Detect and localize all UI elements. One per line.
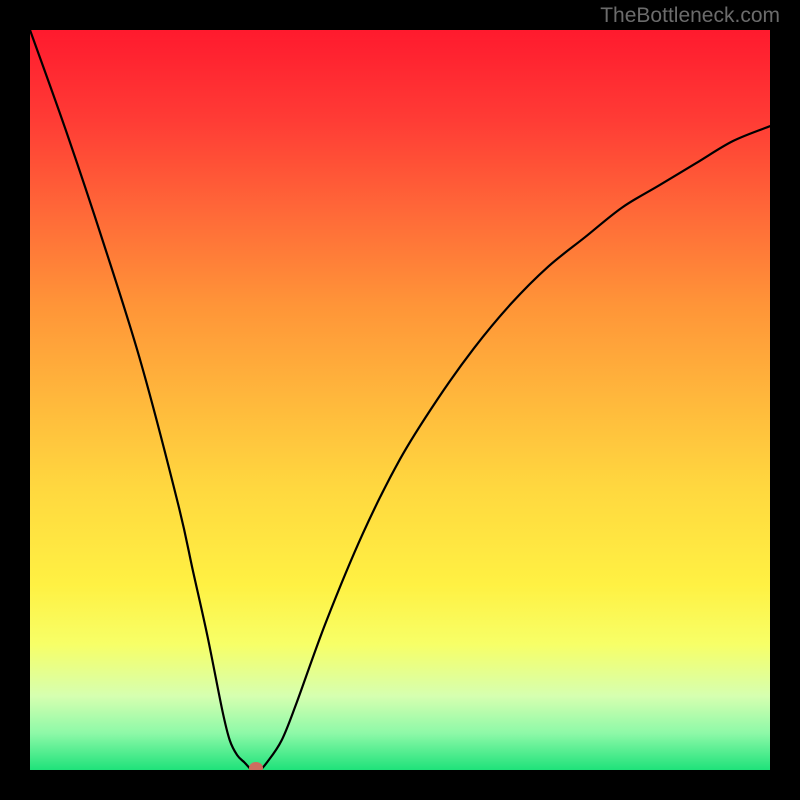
watermark-text: TheBottleneck.com	[600, 4, 780, 28]
frame-border	[0, 0, 30, 800]
frame-border	[770, 0, 800, 800]
frame-border	[0, 770, 800, 800]
chart-plot-area	[30, 30, 770, 770]
